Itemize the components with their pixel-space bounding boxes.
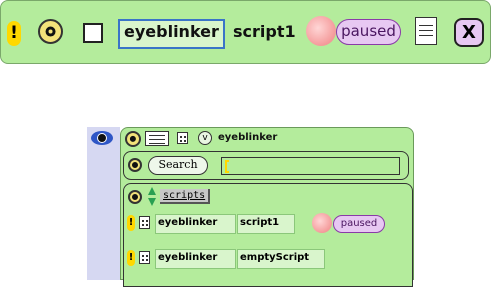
status-light-icon bbox=[306, 16, 336, 46]
status-toggle-button[interactable]: paused bbox=[336, 19, 401, 45]
search-input[interactable] bbox=[221, 157, 400, 175]
script-tile: ! eyeblinker script1 paused X bbox=[0, 0, 491, 64]
category-arrows-icon[interactable] bbox=[148, 187, 156, 208]
viewer-player-name: eyeblinker bbox=[218, 132, 278, 143]
viewer-panel: v eyeblinker Search scripts ! eyeblinker… bbox=[120, 127, 414, 287]
row-player-name[interactable]: eyeblinker bbox=[155, 214, 236, 234]
checkbox[interactable] bbox=[83, 23, 103, 43]
viewer-tab bbox=[87, 127, 120, 280]
category-selector[interactable]: scripts bbox=[160, 189, 211, 204]
row-status-light-icon bbox=[312, 213, 332, 233]
exclaim-button[interactable]: ! bbox=[7, 21, 21, 46]
row-calculator-icon[interactable] bbox=[139, 251, 150, 264]
search-panel: Search bbox=[123, 151, 409, 180]
viewer-menu-handle-icon[interactable] bbox=[125, 131, 141, 147]
script-row: ! eyeblinker emptyScript bbox=[124, 247, 410, 271]
script-row: ! eyeblinker script1 paused bbox=[124, 212, 410, 236]
row-exclaim-button[interactable]: ! bbox=[127, 215, 135, 231]
row-script-name[interactable]: emptyScript bbox=[237, 249, 325, 269]
close-button[interactable]: X bbox=[454, 18, 484, 47]
chevron-down-icon[interactable]: v bbox=[198, 131, 212, 145]
viewer-list-icon[interactable] bbox=[145, 131, 169, 146]
row-script-name[interactable]: script1 bbox=[237, 214, 295, 234]
menu-handle-icon[interactable] bbox=[38, 19, 63, 44]
scripts-panel: scripts ! eyeblinker script1 paused ! ey… bbox=[123, 183, 413, 287]
search-button[interactable]: Search bbox=[148, 156, 208, 175]
player-name-label[interactable]: eyeblinker bbox=[118, 19, 225, 49]
row-exclaim-button[interactable]: ! bbox=[127, 250, 135, 266]
row-status-toggle-button[interactable]: paused bbox=[333, 215, 385, 233]
row-player-name[interactable]: eyeblinker bbox=[155, 249, 236, 269]
row-calculator-icon[interactable] bbox=[139, 216, 150, 229]
tile-menu-icon[interactable] bbox=[415, 17, 437, 45]
scripts-menu-handle-icon[interactable] bbox=[128, 190, 142, 204]
viewer-calculator-icon[interactable] bbox=[177, 132, 188, 144]
text-cursor bbox=[225, 160, 229, 173]
eye-icon[interactable] bbox=[91, 131, 113, 145]
search-menu-handle-icon[interactable] bbox=[128, 158, 142, 172]
script-name-label[interactable]: script1 bbox=[233, 19, 296, 45]
